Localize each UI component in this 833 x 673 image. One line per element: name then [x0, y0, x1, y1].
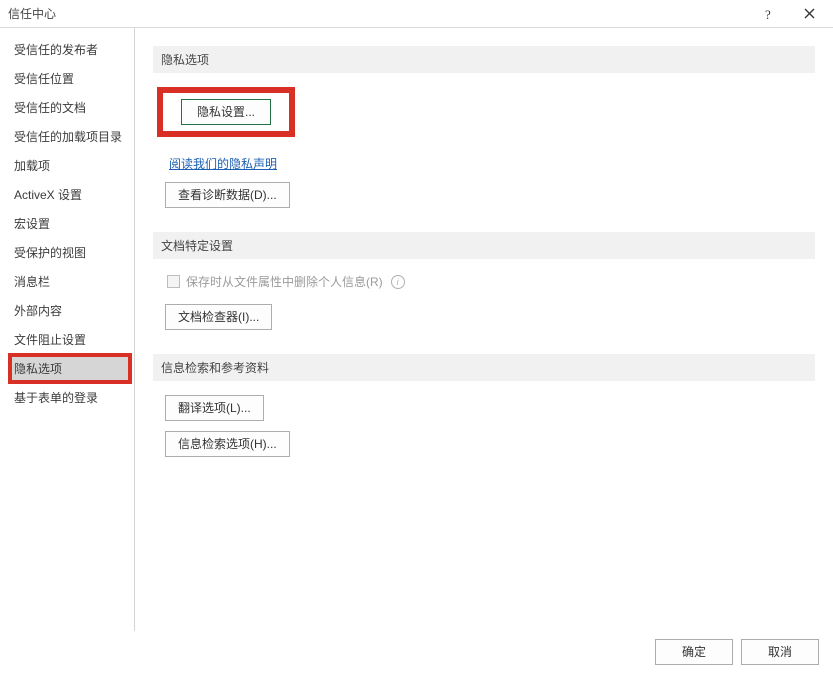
privacy-statement-link[interactable]: 阅读我们的隐私声明	[169, 155, 277, 172]
sidebar-item-9[interactable]: 外部内容	[10, 297, 130, 324]
section-body-privacy: 隐私设置... 阅读我们的隐私声明 查看诊断数据(D)...	[153, 87, 815, 232]
translate-options-button[interactable]: 翻译选项(L)...	[165, 395, 264, 421]
view-diagnostics-button[interactable]: 查看诊断数据(D)...	[165, 182, 290, 208]
sidebar-item-1[interactable]: 受信任位置	[10, 65, 130, 92]
content-panel: 隐私选项 隐私设置... 阅读我们的隐私声明 查看诊断数据(D)... 文档特定…	[135, 28, 833, 631]
sidebar-item-8[interactable]: 消息栏	[10, 268, 130, 295]
ok-button[interactable]: 确定	[655, 639, 733, 665]
section-body-research: 翻译选项(L)... 信息检索选项(H)...	[153, 395, 815, 481]
document-inspector-button[interactable]: 文档检查器(I)...	[165, 304, 272, 330]
info-icon[interactable]: i	[391, 275, 405, 289]
sidebar-item-3[interactable]: 受信任的加载项目录	[10, 123, 130, 150]
sidebar-item-0[interactable]: 受信任的发布者	[10, 36, 130, 63]
svg-text:?: ?	[765, 8, 771, 20]
section-header-docspecific: 文档特定设置	[153, 232, 815, 259]
help-icon: ?	[763, 8, 775, 20]
section-header-research: 信息检索和参考资料	[153, 354, 815, 381]
sidebar-item-4[interactable]: 加载项	[10, 152, 130, 179]
sidebar-item-5[interactable]: ActiveX 设置	[10, 181, 130, 208]
section-header-privacy: 隐私选项	[153, 46, 815, 73]
research-options-button[interactable]: 信息检索选项(H)...	[165, 431, 290, 457]
highlight-privacy-settings: 隐私设置...	[157, 87, 295, 137]
remove-personal-info-label: 保存时从文件属性中删除个人信息(R)	[186, 273, 383, 290]
help-button[interactable]: ?	[749, 0, 789, 28]
sidebar: 受信任的发布者受信任位置受信任的文档受信任的加载项目录加载项ActiveX 设置…	[0, 28, 135, 631]
sidebar-item-10[interactable]: 文件阻止设置	[10, 326, 130, 353]
sidebar-item-2[interactable]: 受信任的文档	[10, 94, 130, 121]
privacy-settings-button[interactable]: 隐私设置...	[181, 99, 271, 125]
window-title: 信任中心	[8, 5, 749, 22]
sidebar-item-12[interactable]: 基于表单的登录	[10, 384, 130, 411]
sidebar-item-6[interactable]: 宏设置	[10, 210, 130, 237]
titlebar: 信任中心 ?	[0, 0, 833, 28]
close-icon	[804, 8, 815, 19]
cancel-button[interactable]: 取消	[741, 639, 819, 665]
close-button[interactable]	[789, 0, 829, 28]
sidebar-item-7[interactable]: 受保护的视图	[10, 239, 130, 266]
remove-personal-info-checkbox-row: 保存时从文件属性中删除个人信息(R) i	[167, 273, 815, 290]
remove-personal-info-checkbox[interactable]	[167, 275, 180, 288]
sidebar-item-11[interactable]: 隐私选项	[10, 355, 130, 382]
main-area: 受信任的发布者受信任位置受信任的文档受信任的加载项目录加载项ActiveX 设置…	[0, 28, 833, 631]
section-body-docspecific: 保存时从文件属性中删除个人信息(R) i 文档检查器(I)...	[153, 273, 815, 354]
dialog-footer: 确定 取消	[0, 631, 833, 673]
